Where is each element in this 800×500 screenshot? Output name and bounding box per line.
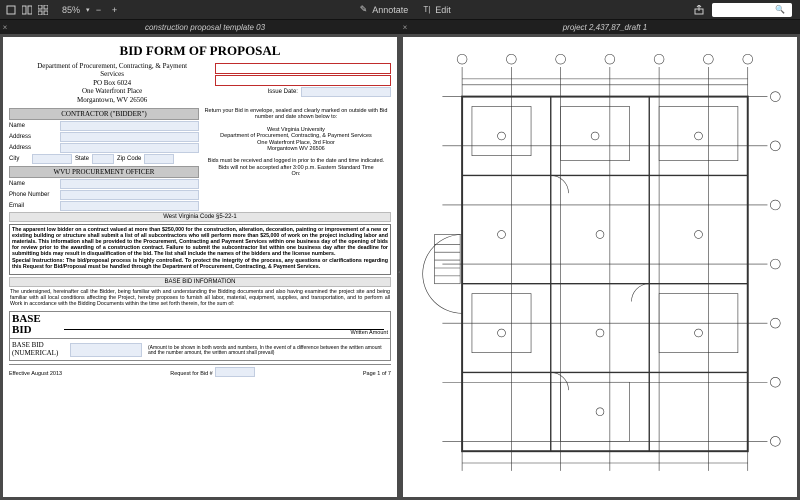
contractor-name-field[interactable] (60, 121, 199, 131)
written-amount-line[interactable] (64, 318, 384, 330)
annotate-button[interactable]: Annotate (369, 5, 411, 15)
base-bid-word1: BASE (12, 314, 60, 325)
basebid-num-field[interactable] (70, 343, 142, 357)
dept-line: Department of Procurement, Contracting, … (9, 62, 215, 70)
request-bid-field[interactable] (215, 367, 255, 377)
dept-address-block: Department of Procurement, Contracting, … (9, 62, 215, 104)
left-pane: BID FORM OF PROPOSAL Department of Procu… (0, 34, 400, 500)
email-field[interactable] (60, 201, 199, 211)
view-grid-icon[interactable] (36, 3, 50, 17)
top-field-2[interactable] (215, 75, 391, 86)
legal-1: The apparent low bidder on a contract va… (12, 227, 388, 257)
top-field-1[interactable] (215, 63, 391, 74)
basebid-info-header: BASE BID INFORMATION (9, 277, 391, 287)
instr-on: On: (203, 171, 389, 177)
floor-plan-page (403, 37, 797, 497)
form-page: BID FORM OF PROPOSAL Department of Procu… (3, 37, 397, 497)
base-bid-word2: BID (12, 325, 60, 336)
instr-dept: Department of Procurement, Contracting, … (203, 133, 389, 139)
phone-field[interactable] (60, 190, 199, 200)
floor-plan-drawing (403, 37, 797, 497)
share-icon[interactable] (692, 3, 706, 17)
contractor-addr1-field[interactable] (60, 132, 199, 142)
city-label: City (9, 156, 29, 162)
issue-date-label: Issue Date: (268, 89, 298, 95)
po-box: PO Box 6024 (9, 79, 215, 87)
zip-label: Zip Code (117, 156, 141, 162)
tab-right[interactable]: project 2,437,87_draft 1 (410, 23, 800, 32)
phone-label: Phone Number (9, 192, 57, 198)
dept-line2: Services (9, 70, 215, 78)
edit-button[interactable]: Edit (432, 5, 454, 15)
address-label-2: Address (9, 145, 57, 151)
officer-name-label: Name (9, 181, 57, 187)
name-label: Name (9, 123, 57, 129)
officer-name-field[interactable] (60, 179, 199, 189)
city-field[interactable] (32, 154, 72, 164)
tab-close-right[interactable]: × (400, 23, 410, 32)
search-box: 🔍 (712, 3, 792, 17)
right-pane (400, 34, 800, 500)
zoom-out-button[interactable]: − (92, 3, 106, 17)
search-input[interactable] (715, 5, 775, 14)
wv-code-header: West Virginia Code §5-22-1 (9, 212, 391, 222)
zoom-in-button[interactable]: + (108, 3, 122, 17)
email-label: Email (9, 203, 57, 209)
legal-2: Special Instructions: The bid/proposal p… (12, 258, 388, 270)
address-label-1: Address (9, 134, 57, 140)
view-dual-icon[interactable] (20, 3, 34, 17)
main-area: BID FORM OF PROPOSAL Department of Procu… (0, 34, 800, 500)
state-field[interactable] (92, 154, 114, 164)
addr1: One Waterfront Place (9, 87, 215, 95)
form-title: BID FORM OF PROPOSAL (9, 43, 391, 59)
basebid-num-note: (Amount to be shown in both words and nu… (142, 346, 388, 357)
top-toolbar: 85% ▾ − + ✎ Annotate T| Edit 🔍 (0, 0, 800, 20)
basebid-num-label: BASE BID (NUMERICAL) (12, 341, 70, 357)
addr2: Morgantown, WV 26506 (9, 96, 215, 104)
effective-date: Effective August 2013 (9, 371, 62, 377)
zoom-value[interactable]: 85% (58, 5, 84, 15)
instr-p1: Return your Bid in envelope, sealed and … (203, 108, 389, 121)
instr-p2: Bids must be received and logged in prio… (203, 158, 389, 171)
chevron-down-icon[interactable]: ▾ (86, 6, 90, 14)
tab-left[interactable]: construction proposal template 03 (10, 23, 400, 32)
instr-city: Morgantown WV 26506 (203, 146, 389, 152)
officer-header: WVU PROCUREMENT OFFICER (9, 166, 199, 178)
contractor-addr2-field[interactable] (60, 143, 199, 153)
annotate-icon[interactable]: ✎ (360, 4, 368, 15)
tab-close-left[interactable]: × (0, 23, 10, 32)
edit-icon[interactable]: T| (423, 5, 430, 14)
contractor-header: CONTRACTOR ("BIDDER") (9, 108, 199, 120)
request-bid-label: Request for Bid # (170, 371, 213, 377)
tab-bar: × construction proposal template 03 × pr… (0, 20, 800, 34)
state-label: State (75, 156, 89, 162)
instructions-block: Return your Bid in envelope, sealed and … (201, 106, 391, 212)
written-amount-label: Written Amount (60, 330, 388, 336)
basebid-text: The undersigned, hereinafter call the Bi… (9, 287, 391, 309)
zip-field[interactable] (144, 154, 174, 164)
issue-date-field[interactable] (301, 87, 391, 97)
page-number: Page 1 of 7 (363, 371, 391, 377)
legal-text-block: The apparent low bidder on a contract va… (9, 224, 391, 275)
view-single-icon[interactable] (4, 3, 18, 17)
search-icon[interactable]: 🔍 (775, 5, 785, 14)
